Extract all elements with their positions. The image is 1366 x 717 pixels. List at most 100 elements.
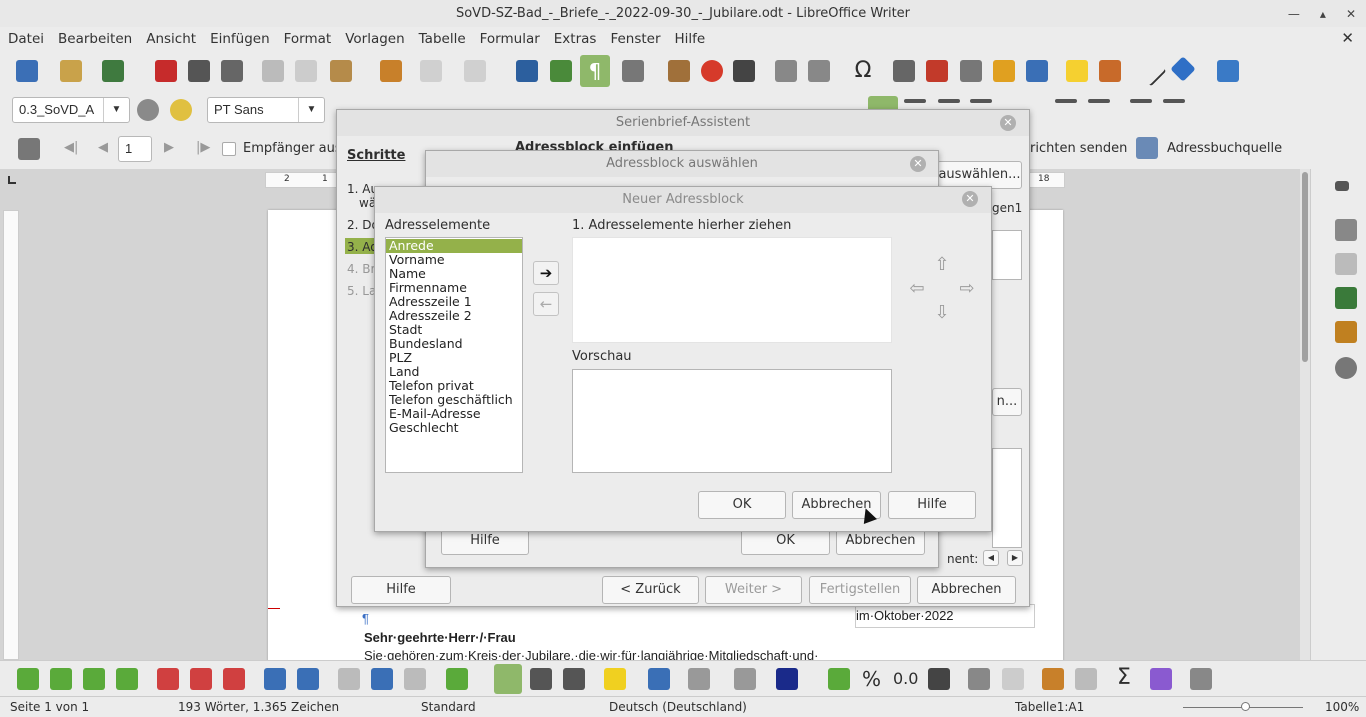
new-style-icon[interactable] — [170, 99, 192, 121]
list-item[interactable]: Bundesland — [386, 337, 522, 351]
next-element-button[interactable]: ▶ — [1007, 550, 1023, 566]
menu-ansicht[interactable]: Ansicht — [146, 31, 196, 47]
page-count[interactable]: Seite 1 von 1 — [10, 700, 89, 714]
list-item[interactable]: Firmenname — [386, 281, 522, 295]
print-icon[interactable] — [188, 60, 210, 82]
close-icon[interactable]: ✕ — [962, 191, 978, 207]
text-box-icon[interactable] — [733, 60, 755, 82]
close-icon[interactable]: ✕ — [1000, 115, 1016, 131]
insert-table-icon[interactable] — [622, 60, 644, 82]
insert-rows-below-icon[interactable] — [50, 668, 72, 690]
body-text[interactable]: Sie·gehören·zum·Kreis·der·Jubilare,·die·… — [364, 648, 818, 660]
vertical-ruler[interactable] — [3, 210, 19, 660]
autoformat-icon[interactable] — [648, 668, 670, 690]
formatting-marks-icon[interactable]: ¶ — [580, 55, 610, 87]
cut-icon[interactable] — [262, 60, 284, 82]
list-item[interactable]: Stadt — [386, 323, 522, 337]
properties-icon[interactable] — [1335, 219, 1357, 241]
next-record-icon[interactable]: ▶ — [164, 140, 174, 155]
more-button[interactable]: n... — [992, 388, 1022, 416]
list-item[interactable]: E-Mail-Adresse — [386, 407, 522, 421]
maximize-icon[interactable]: ▴ — [1320, 7, 1326, 21]
select-cell-icon[interactable] — [264, 668, 286, 690]
menu-vorlagen[interactable]: Vorlagen — [345, 31, 404, 47]
menu-fenster[interactable]: Fenster — [610, 31, 660, 47]
chevron-down-icon[interactable]: ▼ — [298, 98, 324, 122]
zoom-level[interactable]: 100% — [1325, 700, 1359, 714]
comment-icon[interactable] — [1066, 60, 1088, 82]
decrease-indent-icon[interactable] — [1163, 99, 1185, 103]
list-item[interactable]: Vorname — [386, 253, 522, 267]
find-replace-icon[interactable] — [516, 60, 538, 82]
menu-extras[interactable]: Extras — [554, 31, 597, 47]
menu-einfuegen[interactable]: Einfügen — [210, 31, 270, 47]
merge-cells-icon[interactable] — [338, 668, 360, 690]
list-item[interactable]: Name — [386, 267, 522, 281]
insert-field-icon[interactable] — [808, 60, 830, 82]
list-item[interactable]: Geschlecht — [386, 421, 522, 435]
endnote-icon[interactable] — [960, 60, 982, 82]
menu-hilfe[interactable]: Hilfe — [675, 31, 706, 47]
open-icon[interactable] — [60, 60, 82, 82]
line-icon[interactable] — [1135, 55, 1167, 87]
hyperlink-icon[interactable] — [893, 60, 915, 82]
remove-element-button[interactable]: ← — [533, 292, 559, 316]
number-format-percent-icon[interactable]: % — [862, 667, 881, 691]
split-cells-icon[interactable] — [371, 668, 393, 690]
select-table-icon[interactable] — [297, 668, 319, 690]
align-top-icon[interactable] — [494, 664, 522, 694]
close-icon[interactable]: ✕ — [1346, 7, 1356, 21]
move-left-icon[interactable]: ⇦ — [905, 277, 929, 301]
prev-record-icon[interactable]: ◀ — [98, 140, 108, 155]
insert-chart-icon[interactable] — [701, 60, 723, 82]
gallery-icon[interactable] — [1335, 321, 1357, 343]
save-icon[interactable] — [102, 60, 124, 82]
menu-format[interactable]: Format — [284, 31, 332, 47]
wizard-cancel-button[interactable]: Abbrechen — [917, 576, 1016, 604]
menu-bearbeiten[interactable]: Bearbeiten — [58, 31, 132, 47]
update-style-icon[interactable] — [137, 99, 159, 121]
align-bottom-icon[interactable] — [563, 668, 585, 690]
wizard-back-button[interactable]: < Zurück — [602, 576, 699, 604]
undo-icon[interactable] — [420, 60, 442, 82]
border-color-icon[interactable] — [776, 668, 798, 690]
special-character-icon[interactable]: Ω — [850, 57, 876, 85]
copy-icon[interactable] — [295, 60, 317, 82]
print-preview-icon[interactable] — [221, 60, 243, 82]
list-item[interactable]: Land — [386, 365, 522, 379]
number-format-date-icon[interactable] — [928, 668, 950, 690]
wizard-help-button[interactable]: Hilfe — [351, 576, 451, 604]
clone-formatting-icon[interactable] — [380, 60, 402, 82]
sum-icon[interactable]: Σ — [1117, 665, 1131, 690]
justify-icon[interactable] — [970, 99, 992, 103]
spelling-icon[interactable] — [550, 60, 572, 82]
page-style[interactable]: Standard — [421, 700, 476, 714]
chevron-down-icon[interactable]: ▼ — [103, 98, 129, 122]
menu-formular[interactable]: Formular — [480, 31, 540, 47]
insert-columns-after-icon[interactable] — [116, 668, 138, 690]
close-icon[interactable]: ✕ — [910, 156, 926, 172]
exclude-recipient-checkbox[interactable] — [222, 142, 236, 156]
list-item[interactable]: Anrede — [386, 239, 522, 253]
insert-columns-before-icon[interactable] — [83, 668, 105, 690]
export-pdf-icon[interactable] — [155, 60, 177, 82]
styles-icon[interactable] — [1335, 287, 1357, 309]
insert-caption-icon[interactable] — [968, 668, 990, 690]
move-right-icon[interactable]: ⇨ — [955, 277, 979, 301]
optimize-size-icon[interactable] — [446, 668, 468, 690]
move-up-icon[interactable]: ⇧ — [930, 253, 954, 277]
paste-icon[interactable] — [330, 60, 352, 82]
language-status[interactable]: Deutsch (Deutschland) — [609, 700, 747, 714]
wizard-next-button[interactable]: Weiter > — [705, 576, 802, 604]
sort-icon[interactable] — [1002, 668, 1024, 690]
page-icon[interactable] — [1335, 253, 1357, 275]
table-cell-background-icon[interactable] — [604, 668, 626, 690]
tab-stop-icon[interactable] — [8, 176, 16, 184]
ok-button[interactable]: OK — [698, 491, 786, 519]
mail-merge-icon[interactable] — [18, 138, 40, 160]
add-element-button[interactable]: ➔ — [533, 261, 559, 285]
footnote-icon[interactable] — [926, 60, 948, 82]
list-item[interactable]: Telefon privat — [386, 379, 522, 393]
delete-columns-icon[interactable] — [190, 668, 212, 690]
increase-indent-icon[interactable] — [1130, 99, 1152, 103]
